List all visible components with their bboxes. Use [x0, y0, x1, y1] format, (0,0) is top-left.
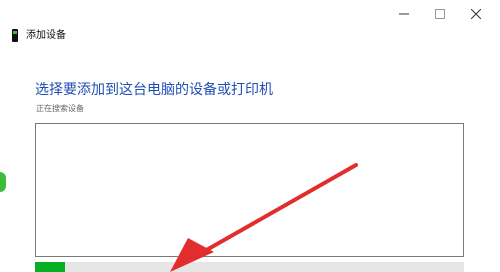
title-bar: 添加设备 [0, 0, 500, 42]
device-list[interactable] [35, 123, 464, 257]
minimize-icon [399, 13, 409, 15]
page-heading: 选择要添加到这台电脑的设备或打印机 [35, 82, 273, 98]
window-title: 添加设备 [26, 30, 66, 41]
close-icon [471, 9, 481, 19]
device-icon [12, 29, 18, 42]
search-progress-fill [35, 262, 66, 272]
background-window-edge [0, 172, 6, 192]
search-status: 正在搜索设备 [36, 104, 84, 113]
maximize-button[interactable] [422, 0, 458, 28]
minimize-button[interactable] [386, 0, 422, 28]
add-device-window: 添加设备 选择要添加到这台电脑的设备或打印机 正在搜索设备 [0, 0, 500, 272]
search-progress-bar [35, 262, 464, 272]
close-button[interactable] [458, 0, 494, 28]
maximize-icon [435, 9, 445, 19]
